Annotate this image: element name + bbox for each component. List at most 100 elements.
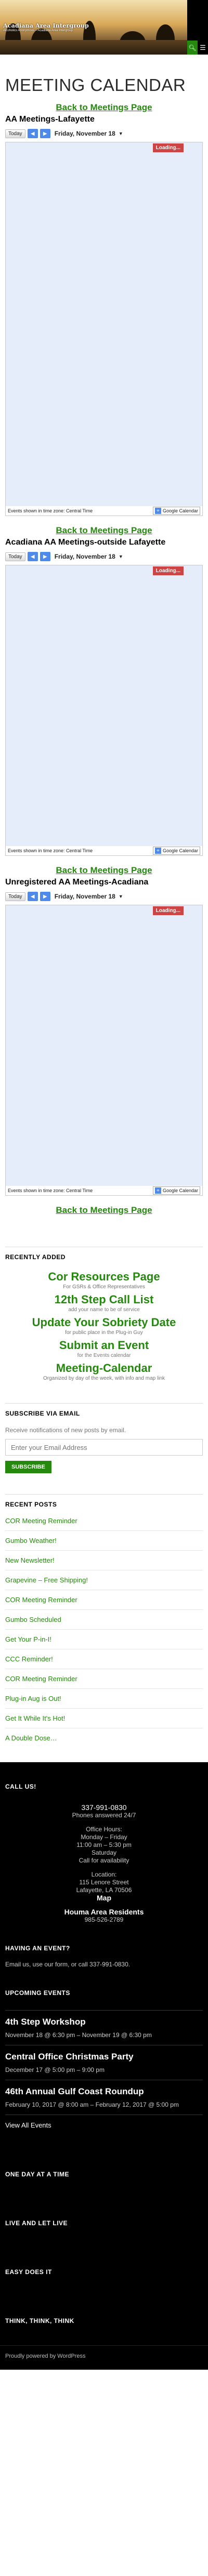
list-item: COR Meeting Reminder — [5, 1511, 203, 1530]
location-label: Location: — [91, 1871, 117, 1878]
having-event-widget: HAVING AN EVENT? Email us, use our form,… — [5, 1924, 203, 1969]
event-date: November 18 @ 6:30 pm – November 19 @ 6:… — [5, 2031, 152, 2039]
resource-link[interactable]: Submit an Event — [5, 1339, 203, 1352]
calendar-frame[interactable]: Loading... Events shown in time zone: Ce… — [5, 565, 203, 856]
post-link[interactable]: Plug-in Aug is Out! — [5, 1695, 61, 1702]
site-title[interactable]: Acadiana Area Intergroup — [3, 22, 89, 29]
houma-phone[interactable]: 985-526-2789 — [5, 1916, 203, 1924]
menu-icon[interactable]: ☰ — [198, 41, 208, 55]
calendar-frame[interactable]: Loading... Events shown in time zone: Ce… — [5, 905, 203, 1196]
event-title[interactable]: Central Office Christmas Party — [5, 2052, 203, 2062]
page-title: MEETING CALENDAR — [5, 75, 186, 95]
google-calendar-button[interactable]: + Google Calendar — [152, 1186, 200, 1195]
post-link[interactable]: A Double Dose… — [5, 1734, 57, 1742]
recently-added-widget: RECENTLY ADDED Cor Resources Page For GS… — [5, 1247, 203, 1382]
calendar-title: AA Meetings-Lafayette — [5, 115, 95, 124]
prev-arrow-icon[interactable]: ◀ — [27, 892, 38, 901]
subscribe-widget: SUBSCRIBE VIA EMAIL Receive notification… — [5, 1403, 203, 1473]
resource-link[interactable]: Update Your Sobriety Date — [5, 1316, 203, 1329]
post-link[interactable]: Gumbo Weather! — [5, 1537, 57, 1544]
chevron-down-icon[interactable]: ▼ — [119, 131, 123, 136]
plus-icon: + — [154, 848, 161, 854]
list-item: Grapevine – Free Shipping! — [5, 1570, 203, 1590]
post-link[interactable]: Grapevine – Free Shipping! — [5, 1576, 88, 1584]
list-item: Plug-in Aug is Out! — [5, 1688, 203, 1708]
search-icon[interactable]: 🔍︎ — [187, 41, 198, 55]
prev-arrow-icon[interactable]: ◀ — [27, 552, 38, 561]
prev-arrow-icon[interactable]: ◀ — [27, 129, 38, 138]
event-date: December 17 @ 5:00 pm – 9:00 pm — [5, 2066, 105, 2073]
post-link[interactable]: New Newsletter! — [5, 1556, 55, 1564]
call-us-widget: CALL US! 337-991-0830 Phones answered 24… — [5, 1762, 203, 1924]
hours-line: Monday – Friday — [81, 1833, 127, 1841]
calendar-lafayette: AA Meetings-Lafayette Today ◀ ▶ Friday, … — [5, 115, 203, 516]
phone-number[interactable]: 337-991-0830 — [5, 1804, 203, 1812]
resource-link[interactable]: 12th Step Call List — [5, 1293, 203, 1306]
list-item: Get It While It's Hot! — [5, 1708, 203, 1728]
main-content: MEETING CALENDAR Back to Meetings Page A… — [0, 75, 208, 1216]
event-title[interactable]: 46th Annual Gulf Coast Roundup — [5, 2086, 203, 2097]
list-item: COR Meeting Reminder — [5, 1669, 203, 1688]
resource-item: Cor Resources Page For GSRs & Office Rep… — [5, 1270, 203, 1291]
today-button[interactable]: Today — [5, 129, 25, 138]
post-link[interactable]: COR Meeting Reminder — [5, 1675, 77, 1683]
map-link[interactable]: Map — [5, 1894, 203, 1902]
site-header: Acadiana Area Intergroup Alcoholics Anon… — [0, 0, 208, 55]
today-button[interactable]: Today — [5, 552, 25, 561]
google-calendar-button[interactable]: + Google Calendar — [152, 507, 200, 515]
site-tagline: Alcoholics Anonymous – Acadiana Area Int… — [3, 29, 73, 32]
resource-link[interactable]: Cor Resources Page — [5, 1270, 203, 1284]
calendar-outside-lafayette: Acadiana AA Meetings-outside Lafayette T… — [5, 538, 203, 856]
event-item: Central Office Christmas Party December … — [5, 2045, 203, 2080]
hours-line: Saturday — [91, 1849, 117, 1856]
chevron-down-icon[interactable]: ▼ — [119, 894, 123, 899]
phone-note: Phones answered 24/7 — [72, 1812, 136, 1819]
chevron-down-icon[interactable]: ▼ — [119, 554, 123, 559]
next-arrow-icon[interactable]: ▶ — [40, 129, 50, 138]
calendar-frame[interactable]: Loading... Events shown in time zone: Ce… — [5, 142, 203, 516]
google-calendar-button[interactable]: + Google Calendar — [152, 847, 200, 855]
list-item: Get Your P-in-I! — [5, 1629, 203, 1649]
resource-link[interactable]: Meeting-Calendar — [5, 1362, 203, 1375]
post-link[interactable]: Gumbo Scheduled — [5, 1616, 61, 1623]
event-text: Email us, use our form, or call 337-991-… — [5, 1961, 131, 1968]
widget-title: RECENT POSTS — [5, 1494, 203, 1508]
subscribe-button[interactable]: SUBSCRIBE — [5, 1461, 51, 1473]
post-link[interactable]: Get It While It's Hot! — [5, 1714, 65, 1722]
site-footer: CALL US! 337-991-0830 Phones answered 24… — [0, 1762, 208, 2345]
back-to-meetings-link[interactable]: Back to Meetings Page — [5, 1205, 203, 1216]
post-link[interactable]: COR Meeting Reminder — [5, 1517, 77, 1525]
email-field[interactable] — [5, 1439, 203, 1456]
calendar-title: Unregistered AA Meetings-Acadiana — [5, 878, 149, 887]
back-to-meetings-link[interactable]: Back to Meetings Page — [5, 525, 203, 536]
google-calendar-label: Google Calendar — [162, 1188, 198, 1193]
hours-line: 11:00 am – 5:30 pm — [76, 1841, 132, 1848]
event-title[interactable]: 4th Step Workshop — [5, 2017, 203, 2027]
calendar-footer: Events shown in time zone: Central Time … — [6, 846, 202, 855]
upcoming-events-widget: UPCOMING EVENTS 4th Step Workshop Novemb… — [5, 1969, 203, 2129]
hours-line: Call for availability — [79, 1857, 129, 1864]
resource-item: 12th Step Call List add your name to be … — [5, 1293, 203, 1314]
resource-desc: for the Events calendar — [77, 1353, 131, 1358]
post-link[interactable]: CCC Reminder! — [5, 1655, 53, 1663]
next-arrow-icon[interactable]: ▶ — [40, 892, 50, 901]
calendar-date: Friday, November 18 — [54, 130, 115, 137]
list-item: A Double Dose… — [5, 1728, 203, 1748]
resource-desc: For GSRs & Office Representatives — [63, 1284, 145, 1290]
today-button[interactable]: Today — [5, 892, 25, 901]
back-to-meetings-link[interactable]: Back to Meetings Page — [5, 102, 203, 113]
timezone-note: Events shown in time zone: Central Time — [8, 1188, 93, 1193]
site-credit[interactable]: Proudly powered by WordPress — [0, 2345, 208, 2370]
next-arrow-icon[interactable]: ▶ — [40, 552, 50, 561]
back-to-meetings-link[interactable]: Back to Meetings Page — [5, 865, 203, 876]
calendar-date: Friday, November 18 — [54, 553, 115, 560]
loading-badge: Loading... — [152, 566, 184, 575]
houma-label: Houma Area Residents — [64, 1908, 144, 1916]
resource-item: Update Your Sobriety Date for public pla… — [5, 1316, 203, 1337]
view-all-events-link[interactable]: View All Events — [5, 2115, 203, 2129]
plus-icon: + — [154, 508, 161, 514]
post-link[interactable]: Get Your P-in-I! — [5, 1635, 51, 1643]
timezone-note: Events shown in time zone: Central Time — [8, 848, 93, 853]
motto-heading: LIVE AND LET LIVE — [5, 2220, 68, 2227]
post-link[interactable]: COR Meeting Reminder — [5, 1596, 77, 1604]
